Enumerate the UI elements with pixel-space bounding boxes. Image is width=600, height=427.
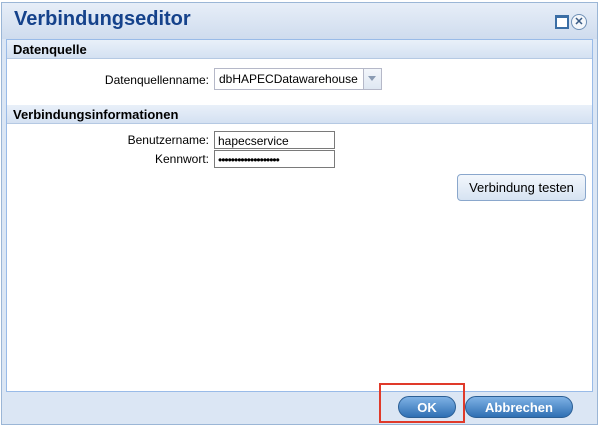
chevron-down-icon[interactable]: [363, 69, 381, 89]
dialog-body: Datenquelle Datenquellenname: dbHAPECDat…: [6, 39, 593, 392]
password-field[interactable]: •••••••••••••••••••: [214, 150, 335, 168]
datasource-name-label: Datenquellenname:: [104, 73, 209, 87]
connection-editor-dialog: Verbindungseditor ✕ Datenquelle Datenque…: [1, 2, 598, 425]
test-connection-button[interactable]: Verbindung testen: [457, 174, 586, 201]
username-field[interactable]: hapecservice: [214, 131, 335, 149]
ok-highlight-box: [379, 383, 465, 423]
titlebar[interactable]: Verbindungseditor ✕: [2, 3, 597, 39]
password-label: Kennwort:: [154, 152, 209, 166]
datasource-section-header: Datenquelle: [7, 40, 592, 59]
cancel-button[interactable]: Abbrechen: [465, 396, 573, 418]
dialog-title: Verbindungseditor: [14, 8, 191, 30]
connection-section-header: Verbindungsinformationen: [7, 105, 592, 124]
datasource-name-select[interactable]: dbHAPECDatawarehouse: [214, 68, 382, 90]
username-label: Benutzername:: [127, 133, 209, 147]
datasource-name-value: dbHAPECDatawarehouse: [219, 72, 358, 86]
close-icon[interactable]: ✕: [571, 14, 587, 30]
maximize-icon[interactable]: [555, 15, 569, 29]
